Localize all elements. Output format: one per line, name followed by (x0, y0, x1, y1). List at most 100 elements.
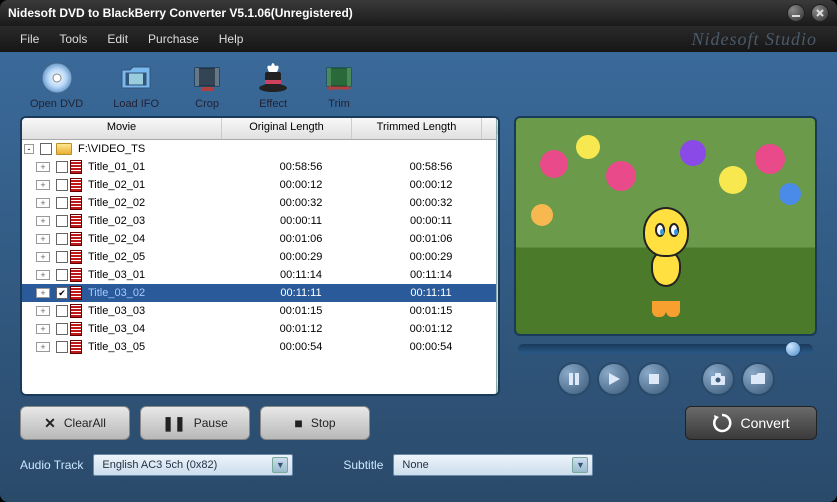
tool-open-dvd[interactable]: Open DVD (30, 60, 83, 110)
scroll-up-icon[interactable]: ▲ (497, 118, 500, 134)
checkbox[interactable] (56, 251, 68, 263)
movie-name: Title_03_04 (86, 323, 236, 335)
collapse-icon[interactable]: - (24, 144, 34, 154)
menu-edit[interactable]: Edit (107, 32, 128, 46)
expand-icon[interactable]: + (36, 324, 50, 334)
tool-effect[interactable]: Effect (255, 60, 291, 110)
expand-icon[interactable]: + (36, 216, 50, 226)
checkbox[interactable] (56, 323, 68, 335)
list-item[interactable]: +Title_03_0400:01:1200:01:12 (22, 320, 496, 338)
subtitle-label: Subtitle (343, 458, 383, 472)
expand-icon[interactable]: + (36, 234, 50, 244)
tool-trim[interactable]: Trim (321, 60, 357, 110)
expand-icon[interactable]: + (36, 180, 50, 190)
titlebar: Nidesoft DVD to BlackBerry Converter V5.… (0, 0, 837, 26)
player-pause-button[interactable] (557, 362, 591, 396)
bottom-row: Audio Track English AC3 5ch (0x82) ▼ Sub… (20, 454, 817, 476)
list-item[interactable]: +Title_01_0100:58:5600:58:56 (22, 158, 496, 176)
original-length: 00:00:54 (236, 341, 366, 353)
checkbox[interactable] (56, 287, 68, 299)
stop-button[interactable]: ■ Stop (260, 406, 370, 440)
list-item[interactable]: +Title_03_0100:11:1400:11:14 (22, 266, 496, 284)
expand-icon[interactable]: + (36, 270, 50, 280)
cartoon-character (636, 207, 696, 317)
checkbox[interactable] (56, 161, 68, 173)
open-folder-button[interactable] (741, 362, 775, 396)
scroll-down-icon[interactable]: ▼ (497, 378, 500, 394)
trim-icon (321, 60, 357, 96)
content-area: Open DVD Load IFO Crop Effect Trim (0, 52, 837, 502)
checkbox[interactable] (56, 215, 68, 227)
checkbox[interactable] (40, 143, 52, 155)
expand-icon[interactable]: + (36, 198, 50, 208)
checkbox[interactable] (56, 197, 68, 209)
list-item[interactable]: +Title_02_0200:00:3200:00:32 (22, 194, 496, 212)
list-item[interactable]: +Title_02_0500:00:2900:00:29 (22, 248, 496, 266)
clear-all-button[interactable]: ✕ ClearAll (20, 406, 130, 440)
menu-tools[interactable]: Tools (59, 32, 87, 46)
menubar: File Tools Edit Purchase Help Nidesoft S… (0, 26, 837, 52)
list-item[interactable]: +Title_03_0300:01:1500:01:15 (22, 302, 496, 320)
trimmed-length: 00:11:11 (366, 287, 496, 299)
checkbox[interactable] (56, 341, 68, 353)
movie-name: Title_03_05 (86, 341, 236, 353)
tool-crop[interactable]: Crop (189, 60, 225, 110)
minimize-button[interactable] (787, 4, 805, 22)
window-controls (787, 4, 829, 22)
menu-help[interactable]: Help (219, 32, 244, 46)
header-movie[interactable]: Movie (22, 118, 222, 139)
app-window: Nidesoft DVD to BlackBerry Converter V5.… (0, 0, 837, 502)
trimmed-length: 00:00:11 (366, 215, 496, 227)
audio-track-dropdown[interactable]: English AC3 5ch (0x82) ▼ (93, 454, 293, 476)
player-stop-button[interactable] (637, 362, 671, 396)
close-button[interactable] (811, 4, 829, 22)
checkbox[interactable] (56, 179, 68, 191)
chevron-down-icon: ▼ (572, 457, 588, 473)
film-icon (70, 178, 82, 192)
movie-list-panel: Movie Original Length Trimmed Length - F… (20, 116, 500, 396)
list-scrollbar[interactable]: ▲ ▼ (496, 118, 500, 394)
film-icon (70, 160, 82, 174)
snapshot-button[interactable] (701, 362, 735, 396)
tree-root-row[interactable]: - F:\VIDEO_TS (22, 140, 496, 158)
checkbox[interactable] (56, 305, 68, 317)
x-icon: ✕ (44, 415, 56, 432)
original-length: 00:00:12 (236, 179, 366, 191)
list-item[interactable]: +Title_03_0500:00:5400:00:54 (22, 338, 496, 356)
scroll-thumb[interactable] (498, 134, 500, 254)
trimmed-length: 00:11:14 (366, 269, 496, 281)
pause-icon: ❚❚ (162, 415, 185, 432)
menu-purchase[interactable]: Purchase (148, 32, 199, 46)
header-trimmed-length[interactable]: Trimmed Length (352, 118, 482, 139)
player-controls (514, 362, 817, 396)
list-item[interactable]: +Title_02_0400:01:0600:01:06 (22, 230, 496, 248)
expand-icon[interactable]: + (36, 162, 50, 172)
original-length: 00:00:29 (236, 251, 366, 263)
list-item[interactable]: +Title_03_0200:11:1100:11:11 (22, 284, 496, 302)
root-path: F:\VIDEO_TS (78, 143, 145, 155)
expand-icon[interactable]: + (36, 252, 50, 262)
pause-button[interactable]: ❚❚ Pause (140, 406, 250, 440)
player-play-button[interactable] (597, 362, 631, 396)
movie-name: Title_03_03 (86, 305, 236, 317)
header-original-length[interactable]: Original Length (222, 118, 352, 139)
seek-thumb[interactable] (785, 341, 801, 357)
preview-image (516, 118, 815, 334)
video-preview[interactable] (514, 116, 817, 336)
checkbox[interactable] (56, 233, 68, 245)
seek-bar[interactable] (518, 344, 813, 354)
list-item[interactable]: +Title_02_0100:00:1200:00:12 (22, 176, 496, 194)
button-label: Stop (311, 416, 336, 430)
list-item[interactable]: +Title_02_0300:00:1100:00:11 (22, 212, 496, 230)
menu-file[interactable]: File (20, 32, 39, 46)
expand-icon[interactable]: + (36, 306, 50, 316)
movie-name: Title_02_02 (86, 197, 236, 209)
expand-icon[interactable]: + (36, 342, 50, 352)
expand-icon[interactable]: + (36, 288, 50, 298)
tool-load-ifo[interactable]: Load IFO (113, 60, 159, 110)
list-body: - F:\VIDEO_TS +Title_01_0100:58:5600:58:… (22, 140, 496, 394)
tool-label: Crop (195, 98, 219, 110)
convert-button[interactable]: Convert (685, 406, 817, 440)
subtitle-dropdown[interactable]: None ▼ (393, 454, 593, 476)
checkbox[interactable] (56, 269, 68, 281)
